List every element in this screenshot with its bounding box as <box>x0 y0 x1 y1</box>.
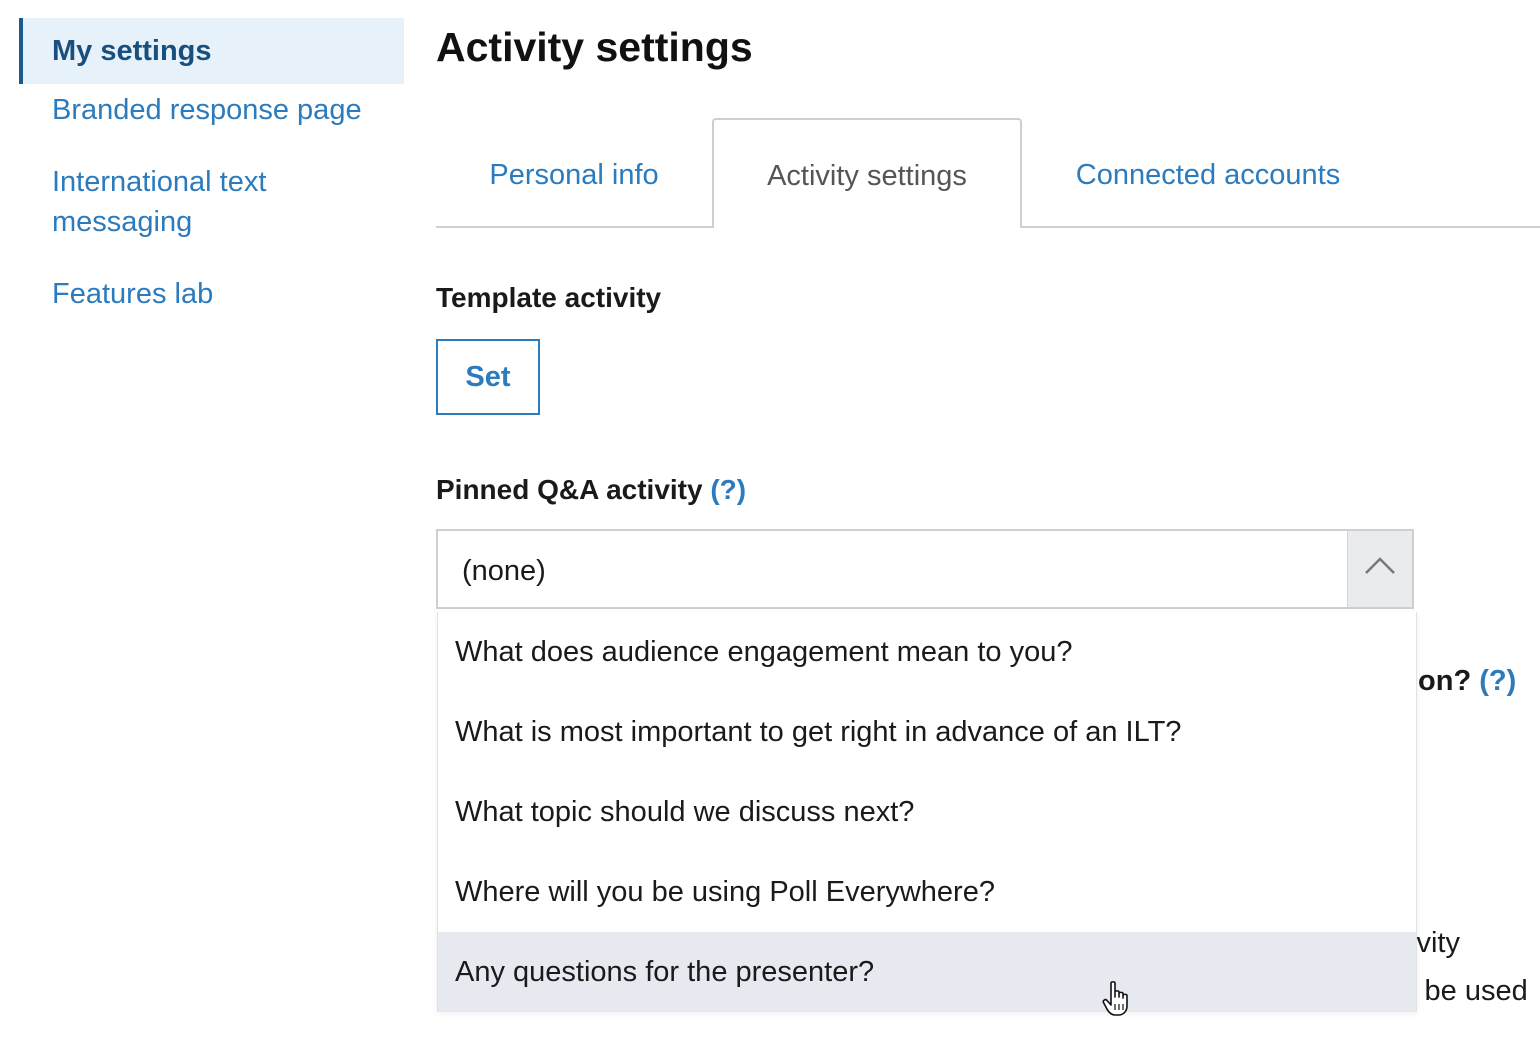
pinned-qa-label-text: Pinned Q&A activity <box>436 474 703 505</box>
dropdown-option[interactable]: What topic should we discuss next? <box>438 772 1416 852</box>
obscured-text-fragment: l be used <box>1410 975 1528 1007</box>
tab-connected-accounts[interactable]: Connected accounts <box>1020 119 1396 226</box>
hand-pointer-icon <box>1102 981 1128 1016</box>
settings-tabs: Personal info Activity settings Connecte… <box>436 118 1540 228</box>
dropdown-option[interactable]: What does audience engagement mean to yo… <box>438 612 1416 692</box>
tab-personal-info[interactable]: Personal info <box>436 119 712 226</box>
dropdown-option[interactable]: What is most important to get right in a… <box>438 692 1416 772</box>
pinned-qa-label: Pinned Q&A activity (?) <box>436 474 746 506</box>
sidebar-item-branded-response-page[interactable]: Branded response page <box>19 90 404 130</box>
obscured-setting-help-link[interactable]: (?) <box>1479 665 1516 697</box>
obscured-text-fragment: ivity <box>1410 927 1460 959</box>
pinned-qa-options-list: What does audience engagement mean to yo… <box>437 612 1417 1012</box>
settings-sidebar: My settings Branded response page Intern… <box>19 18 404 314</box>
obscured-setting-label: ion? (?) <box>1410 665 1516 698</box>
dropdown-option[interactable]: Where will you be using Poll Everywhere? <box>438 852 1416 932</box>
template-activity-label: Template activity <box>436 282 662 313</box>
obscured-setting-label-text: ion? <box>1410 665 1472 697</box>
settings-page: My settings Branded response page Intern… <box>0 0 1540 1059</box>
set-template-button[interactable]: Set <box>436 339 540 415</box>
chevron-up-icon <box>1365 557 1395 574</box>
pinned-qa-selected-value: (none) <box>462 555 546 587</box>
tab-activity-settings[interactable]: Activity settings <box>712 118 1022 228</box>
pinned-qa-help-link[interactable]: (?) <box>710 474 746 505</box>
sidebar-item-international-text-messaging[interactable]: International text messaging <box>19 162 332 242</box>
sidebar-item-features-lab[interactable]: Features lab <box>19 274 404 314</box>
page-title: Activity settings <box>436 24 753 70</box>
pinned-qa-select[interactable]: (none) <box>436 529 1414 609</box>
dropdown-option-hovered[interactable]: Any questions for the presenter? <box>438 932 1416 1012</box>
sidebar-item-my-settings[interactable]: My settings <box>19 18 404 84</box>
select-toggle-button[interactable] <box>1347 531 1412 607</box>
